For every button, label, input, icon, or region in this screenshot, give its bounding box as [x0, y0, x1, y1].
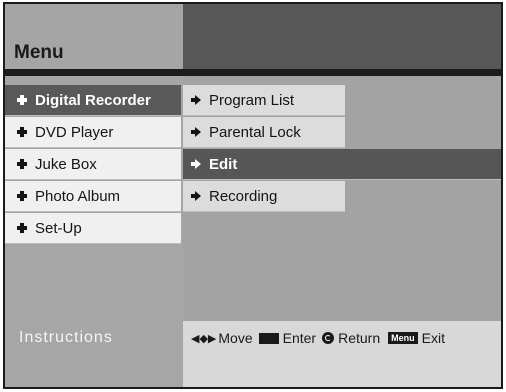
page-title: Menu	[14, 42, 64, 63]
main-item-label: Photo Album	[35, 187, 121, 205]
enter-label: Enter	[282, 330, 317, 346]
instructions-bar: ◀◆▶ Move Enter Return Menu Exit	[183, 321, 501, 387]
sub-item-label: Parental Lock	[209, 123, 301, 141]
cross-icon	[17, 127, 27, 137]
main-item-juke-box[interactable]: Juke Box	[5, 149, 181, 180]
instructions-panel: Instructions	[5, 321, 183, 387]
sub-item-edit[interactable]: Edit	[183, 149, 501, 180]
header-divider	[5, 69, 501, 76]
instructions-title: Instructions	[19, 329, 113, 346]
main-item-digital-recorder[interactable]: Digital Recorder	[5, 85, 181, 116]
header-right-panel	[183, 4, 501, 69]
right-arrow-icon	[191, 95, 201, 105]
main-item-label: Set-Up	[35, 219, 82, 237]
sub-item-label: Program List	[209, 91, 295, 109]
right-arrow-icon	[191, 159, 201, 169]
main-item-label: DVD Player	[35, 123, 114, 141]
sub-item-label: Edit	[209, 155, 238, 173]
sub-item-label: Recording	[209, 187, 278, 205]
instructions-text: ◀◆▶ Move Enter Return Menu Exit	[191, 330, 445, 346]
move-arrows-icon: ◀◆▶	[191, 332, 217, 345]
menu-key-badge: Menu	[388, 332, 418, 344]
menu-window: Menu Digital Recorder DVD Player Juke Bo…	[3, 2, 503, 389]
main-item-label: Juke Box	[35, 155, 97, 173]
cross-icon	[17, 191, 27, 201]
return-key-icon	[322, 332, 335, 344]
header-left-panel: Menu	[5, 4, 183, 69]
return-label: Return	[338, 330, 381, 346]
main-item-set-up[interactable]: Set-Up	[5, 213, 181, 244]
enter-key-icon	[258, 332, 279, 344]
move-label: Move	[218, 330, 253, 346]
cross-icon	[17, 95, 27, 105]
sub-item-program-list[interactable]: Program List	[183, 85, 345, 116]
cross-icon	[17, 159, 27, 169]
main-item-photo-album[interactable]: Photo Album	[5, 181, 181, 212]
main-item-dvd-player[interactable]: DVD Player	[5, 117, 181, 148]
sub-item-parental-lock[interactable]: Parental Lock	[183, 117, 345, 148]
right-arrow-icon	[191, 127, 201, 137]
exit-label: Exit	[421, 330, 445, 346]
sub-item-recording[interactable]: Recording	[183, 181, 345, 212]
right-arrow-icon	[191, 191, 201, 201]
main-item-label: Digital Recorder	[35, 91, 151, 109]
cross-icon	[17, 223, 27, 233]
